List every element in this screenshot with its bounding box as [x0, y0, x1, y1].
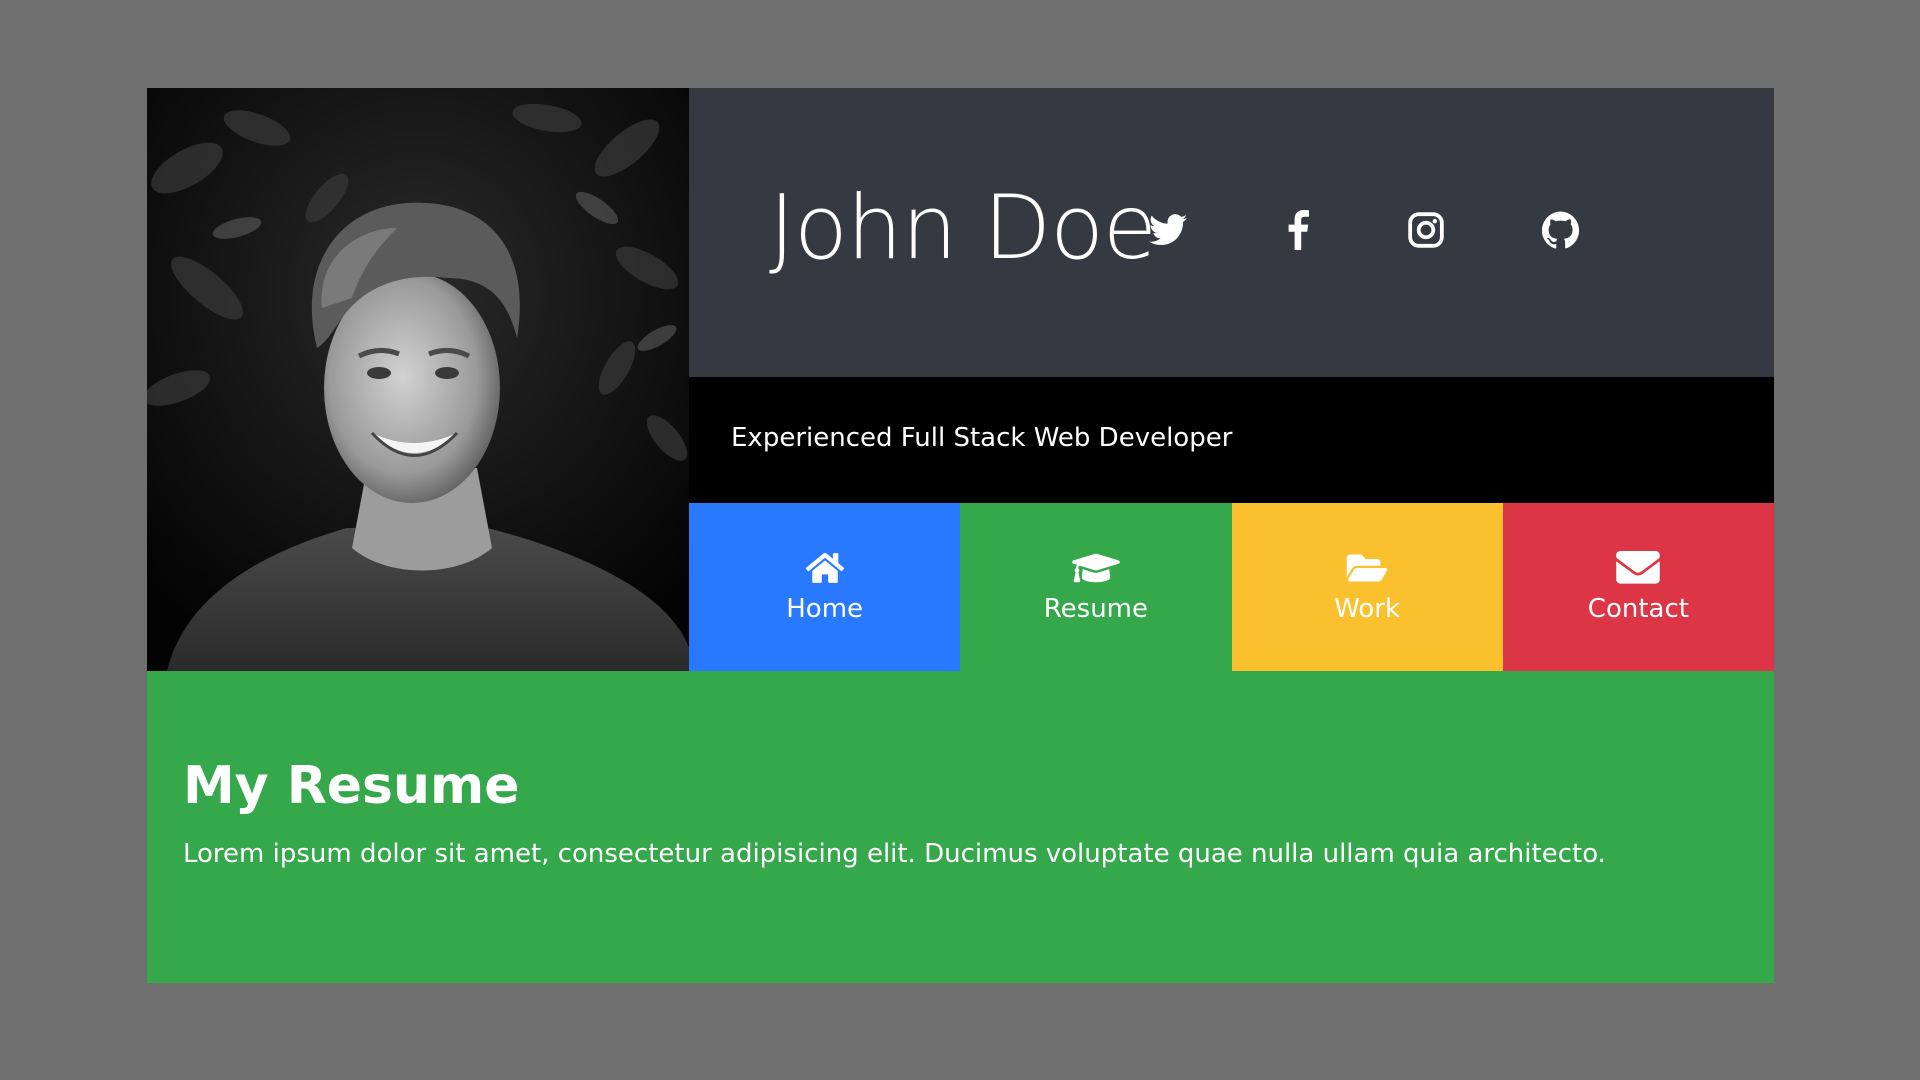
graduation-cap-icon — [1069, 548, 1123, 588]
profile-name: John Doe — [769, 176, 1157, 279]
tagline-bar: Experienced Full Stack Web Developer — [689, 377, 1774, 503]
facebook-icon — [1287, 210, 1309, 250]
profile-photo — [147, 88, 689, 671]
nav-item-home[interactable]: Home — [689, 503, 961, 671]
folder-open-icon — [1344, 548, 1390, 588]
nav-label-resume: Resume — [1043, 594, 1148, 624]
section-title: My Resume — [183, 756, 520, 816]
instagram-icon — [1407, 211, 1445, 249]
envelope-icon — [1616, 548, 1661, 588]
home-icon — [805, 548, 845, 588]
twitter-icon — [1149, 214, 1187, 246]
profile-tagline: Experienced Full Stack Web Developer — [731, 423, 1233, 453]
instagram-link[interactable] — [1400, 204, 1452, 256]
nav-label-contact: Contact — [1587, 594, 1689, 624]
nav-item-contact[interactable]: Contact — [1502, 503, 1774, 671]
nav-item-work[interactable]: Work — [1231, 503, 1503, 671]
nav-label-work: Work — [1334, 594, 1401, 624]
resume-card: John Doe Experienced Full Stack Web Deve… — [147, 88, 1774, 983]
github-link[interactable] — [1535, 204, 1587, 256]
github-icon — [1542, 211, 1580, 249]
section-body: Lorem ipsum dolor sit amet, consectetur … — [183, 839, 1606, 869]
twitter-link[interactable] — [1142, 204, 1194, 256]
facebook-link[interactable] — [1272, 204, 1324, 256]
nav-label-home: Home — [786, 594, 864, 624]
resume-section: My Resume Lorem ipsum dolor sit amet, co… — [147, 671, 1774, 983]
nav-item-resume[interactable]: Resume — [960, 503, 1232, 671]
main-nav: Home Resume Work Contact — [689, 503, 1774, 671]
header: John Doe — [689, 88, 1774, 377]
